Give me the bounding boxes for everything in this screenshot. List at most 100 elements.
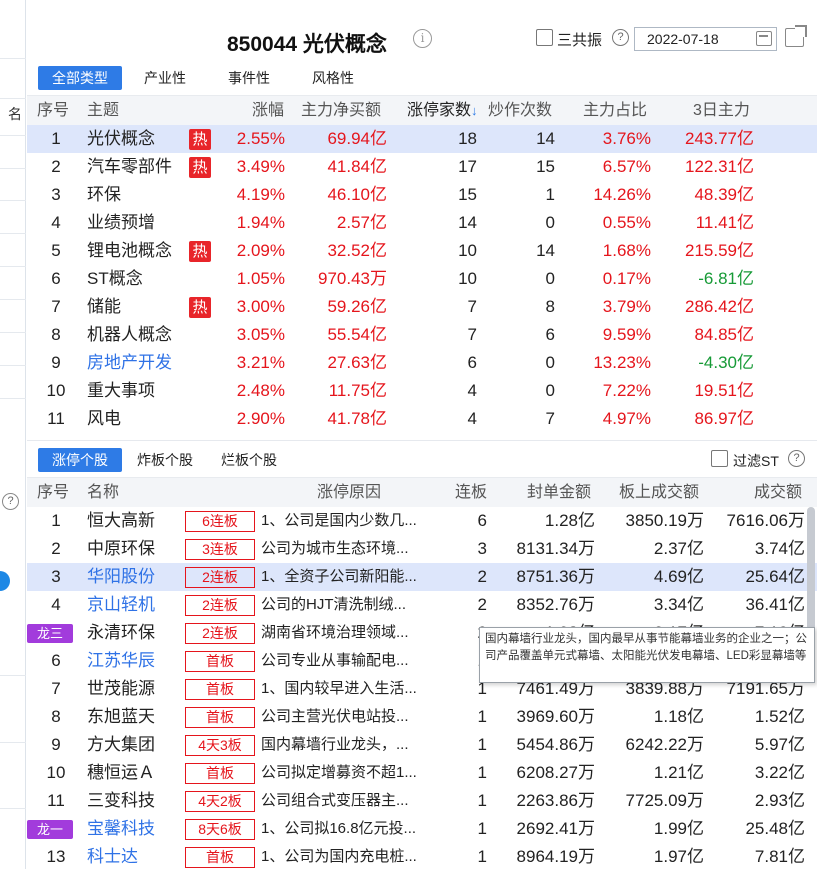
table-row[interactable]: 10 重大事项 2.48% 11.75亿 4 0 7.22% 19.51亿 bbox=[27, 377, 817, 405]
hype-count: 0 bbox=[545, 269, 555, 288]
table-row[interactable]: 10 穗恒运Ａ 首板 公司拟定增募资不超1... 1 6208.27万 1.21亿 3.22亿 bbox=[27, 759, 817, 787]
row-index: 1 bbox=[51, 129, 61, 148]
net-buy: 55.54亿 bbox=[327, 325, 387, 344]
tab-industry[interactable]: 产业性 bbox=[133, 66, 197, 90]
on-board-turnover: 3850.19万 bbox=[625, 511, 704, 530]
filter-st-checkbox[interactable] bbox=[711, 450, 728, 467]
col-seal-amount[interactable]: 封单金额 bbox=[527, 478, 591, 508]
table-row[interactable]: 7 储能热 3.00% 59.26亿 7 8 3.79% 286.42亿 bbox=[27, 293, 817, 321]
toggle-dot-icon[interactable] bbox=[0, 571, 10, 591]
tab-style[interactable]: 风格性 bbox=[301, 66, 365, 90]
table-row[interactable]: 3 华阳股份 2连板 1、全资子公司新阳能... 2 8751.36万 4.69亿 25.64… bbox=[27, 563, 817, 591]
seal-amount: 8964.19万 bbox=[516, 847, 595, 866]
net-buy: 46.10亿 bbox=[327, 185, 387, 204]
help-icon[interactable]: ? bbox=[2, 493, 19, 510]
export-icon[interactable] bbox=[785, 25, 807, 47]
calendar-icon[interactable] bbox=[756, 31, 772, 46]
dragon-rank-badge: 龙一 bbox=[27, 820, 73, 839]
main-ratio: 0.17% bbox=[602, 269, 651, 288]
board-count-badge: 首板 bbox=[185, 763, 255, 784]
table-row[interactable]: 13 科士达 首板 1、公司为国内充电桩... 1 8964.19万 1.97亿 7.81亿 bbox=[27, 843, 817, 869]
turnover: 7.81亿 bbox=[754, 847, 805, 866]
col-hype-count[interactable]: 炒作次数 bbox=[488, 96, 552, 126]
row-index: 3 bbox=[51, 185, 61, 204]
divider bbox=[0, 135, 26, 136]
table-row[interactable]: 8 东旭蓝天 首板 公司主营光伏电站投... 1 3969.60万 1.18亿 1.52亿 bbox=[27, 703, 817, 731]
table-row[interactable]: 5 锂电池概念热 2.09% 32.52亿 10 14 1.68% 215.59亿 bbox=[27, 237, 817, 265]
table-row[interactable]: 龙一 宝馨科技 8天6板 1、公司拟16.8亿元投... 1 2692.41万 1.99亿 2… bbox=[27, 815, 817, 843]
stock-name: 科士达 bbox=[87, 847, 138, 866]
table-row[interactable]: 1 恒大高新 6连板 1、公司是国内少数几... 6 1.28亿 3850.19万 7616.… bbox=[27, 507, 817, 535]
table-row[interactable]: 1 光伏概念热 2.55% 69.94亿 18 14 3.76% 243.77亿 bbox=[27, 125, 817, 153]
col-index[interactable]: 序号 bbox=[37, 478, 69, 508]
table-row[interactable]: 4 京山轻机 2连板 公司的HJT清洗制绒... 2 8352.76万 3.34亿 36.41… bbox=[27, 591, 817, 619]
table-row[interactable]: 9 方大集团 4天3板 国内幕墙行业龙头，... 1 5454.86万 6242.22万 5.… bbox=[27, 731, 817, 759]
on-board-turnover: 6242.22万 bbox=[625, 735, 704, 754]
table-row[interactable]: 4 业绩预增 1.94% 2.57亿 14 0 0.55% 11.41亿 bbox=[27, 209, 817, 237]
hot-badge: 热 bbox=[189, 297, 211, 318]
row-index: 7 bbox=[51, 297, 61, 316]
seal-amount: 8131.34万 bbox=[516, 539, 595, 558]
board-count-badge: 2连板 bbox=[185, 595, 255, 616]
table-row[interactable]: 8 机器人概念 3.05% 55.54亿 7 6 9.59% 84.85亿 bbox=[27, 321, 817, 349]
col-limit-up-count[interactable]: 涨停家数↓ bbox=[407, 96, 478, 126]
col-turnover[interactable]: 成交额 bbox=[754, 478, 802, 508]
col-theme[interactable]: 主题 bbox=[87, 96, 119, 126]
on-board-turnover: 1.97亿 bbox=[653, 847, 704, 866]
tab-weak-board-stocks[interactable]: 烂板个股 bbox=[211, 448, 287, 472]
net-buy: 27.63亿 bbox=[327, 353, 387, 372]
hype-count: 0 bbox=[545, 213, 555, 232]
col-index[interactable]: 序号 bbox=[37, 96, 69, 126]
main-ratio: 0.55% bbox=[602, 213, 651, 232]
sangongzhen-checkbox[interactable] bbox=[536, 29, 553, 46]
hype-count: 8 bbox=[545, 297, 555, 316]
hype-count: 0 bbox=[545, 381, 555, 400]
col-reason[interactable]: 涨停原因 bbox=[317, 478, 381, 508]
limit-up-count: 7 bbox=[467, 325, 477, 344]
table-row[interactable]: 6 ST概念 1.05% 970.43万 10 0 0.17% -6.81亿 bbox=[27, 265, 817, 293]
main-ratio: 6.57% bbox=[602, 157, 651, 176]
row-index: 8 bbox=[51, 325, 61, 344]
theme-name: 风电 bbox=[87, 409, 121, 428]
table-row[interactable]: 11 风电 2.90% 41.78亿 4 7 4.97% 86.97亿 bbox=[27, 405, 817, 433]
col-change[interactable]: 涨幅 bbox=[252, 96, 284, 126]
turnover: 1.52亿 bbox=[754, 707, 805, 726]
theme-name: 机器人概念 bbox=[87, 325, 172, 344]
net-buy: 69.94亿 bbox=[327, 129, 387, 148]
board-count-badge: 4天2板 bbox=[185, 791, 255, 812]
col-main-ratio[interactable]: 主力占比 bbox=[583, 96, 647, 126]
three-day-main: 11.41亿 bbox=[695, 213, 754, 232]
lianban-count: 1 bbox=[477, 819, 487, 838]
concept-table-header: 序号 主题 涨幅 主力净买额 涨停家数↓ 炒作次数 主力占比 3日主力 bbox=[27, 95, 817, 125]
three-day-main: 19.51亿 bbox=[694, 381, 754, 400]
main-ratio: 9.59% bbox=[602, 325, 651, 344]
table-row[interactable]: 11 三变科技 4天2板 公司组合式变压器主... 1 2263.86万 7725.09万 2… bbox=[27, 787, 817, 815]
date-picker[interactable]: 2022-07-18 bbox=[634, 27, 777, 51]
table-row[interactable]: 2 中原环保 3连板 公司为城市生态环境... 3 8131.34万 2.37亿 3.74亿 bbox=[27, 535, 817, 563]
table-row[interactable]: 2 汽车零部件热 3.49% 41.84亿 17 15 6.57% 122.31亿 bbox=[27, 153, 817, 181]
lianban-count: 2 bbox=[477, 595, 487, 614]
hype-count: 7 bbox=[545, 409, 555, 428]
hot-badge: 热 bbox=[189, 157, 211, 178]
table-row[interactable]: 3 环保 4.19% 46.10亿 15 1 14.26% 48.39亿 bbox=[27, 181, 817, 209]
divider bbox=[0, 332, 26, 333]
limit-up-reason: 1、公司为国内充电桩... bbox=[261, 848, 417, 865]
col-lianban[interactable]: 连板 bbox=[455, 478, 487, 508]
col-on-board-turnover[interactable]: 板上成交额 bbox=[619, 478, 699, 508]
help-icon[interactable]: ? bbox=[788, 450, 805, 467]
seal-amount: 8352.76万 bbox=[516, 595, 595, 614]
row-index: 5 bbox=[51, 241, 61, 260]
col-three-day-main[interactable]: 3日主力 bbox=[693, 96, 750, 126]
tab-event[interactable]: 事件性 bbox=[217, 66, 281, 90]
tab-broken-board-stocks[interactable]: 炸板个股 bbox=[127, 448, 203, 472]
tab-all-types[interactable]: 全部类型 bbox=[38, 66, 122, 90]
left-panel-fragment: 名 bbox=[8, 106, 22, 122]
col-net-buy[interactable]: 主力净买额 bbox=[301, 96, 381, 126]
info-icon[interactable]: i bbox=[413, 29, 432, 48]
tab-limit-up-stocks[interactable]: 涨停个股 bbox=[38, 448, 122, 472]
net-buy: 41.78亿 bbox=[327, 409, 387, 428]
table-row[interactable]: 9 房地产开发 3.21% 27.63亿 6 0 13.23% -4.30亿 bbox=[27, 349, 817, 377]
col-name[interactable]: 名称 bbox=[87, 478, 119, 508]
sangongzhen-label: 三共振 bbox=[557, 32, 603, 49]
help-icon[interactable]: ? bbox=[612, 29, 629, 46]
